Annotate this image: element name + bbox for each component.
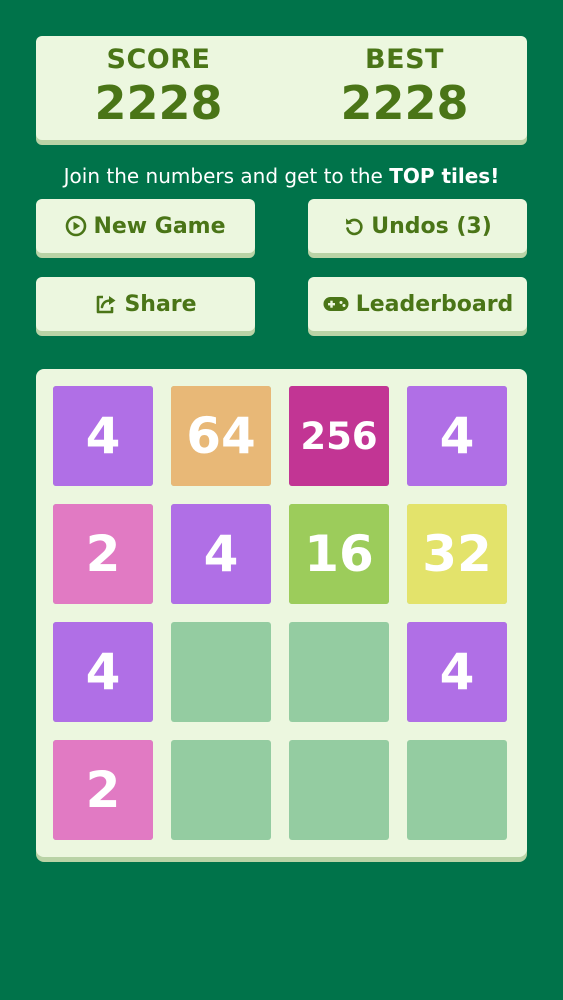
score-block: SCORE 2228 [36, 44, 281, 130]
tagline-emphasis: TOP tiles! [389, 164, 500, 188]
board-cell [171, 622, 271, 722]
share-button[interactable]: Share [36, 277, 255, 331]
tile-256: 256 [289, 386, 389, 486]
game-screen: SCORE 2228 BEST 2228 Join the numbers an… [0, 0, 563, 1000]
new-game-label: New Game [93, 213, 226, 239]
score-panel: SCORE 2228 BEST 2228 [36, 36, 527, 140]
tile-64: 64 [171, 386, 271, 486]
best-label: BEST [365, 44, 444, 75]
board-cell [289, 622, 389, 722]
tile-2: 2 [53, 740, 153, 840]
leaderboard-label: Leaderboard [355, 291, 514, 317]
play-circle-icon [65, 215, 87, 237]
tile-4: 4 [53, 386, 153, 486]
score-label: SCORE [106, 44, 211, 75]
undo-icon [343, 215, 365, 237]
game-board[interactable]: 4 64 256 4 2 4 16 32 4 4 2 [36, 369, 527, 857]
tile-4: 4 [171, 504, 271, 604]
board-cell [289, 740, 389, 840]
share-icon [94, 293, 118, 315]
tile-32: 32 [407, 504, 507, 604]
undo-button[interactable]: Undos (3) [308, 199, 527, 253]
tile-16: 16 [289, 504, 389, 604]
leaderboard-button[interactable]: Leaderboard [308, 277, 527, 331]
best-block: BEST 2228 [282, 44, 527, 130]
gamepad-icon [322, 294, 350, 314]
best-value: 2228 [340, 76, 469, 130]
tile-4: 4 [407, 622, 507, 722]
tile-4: 4 [407, 386, 507, 486]
board-cell [407, 740, 507, 840]
tagline-text: Join the numbers and get to the [63, 164, 390, 188]
tile-4: 4 [53, 622, 153, 722]
score-value: 2228 [94, 76, 223, 130]
tile-2: 2 [53, 504, 153, 604]
share-label: Share [124, 291, 197, 317]
tagline: Join the numbers and get to the TOP tile… [0, 161, 563, 191]
undo-label: Undos (3) [371, 213, 492, 239]
board-cell [171, 740, 271, 840]
new-game-button[interactable]: New Game [36, 199, 255, 253]
